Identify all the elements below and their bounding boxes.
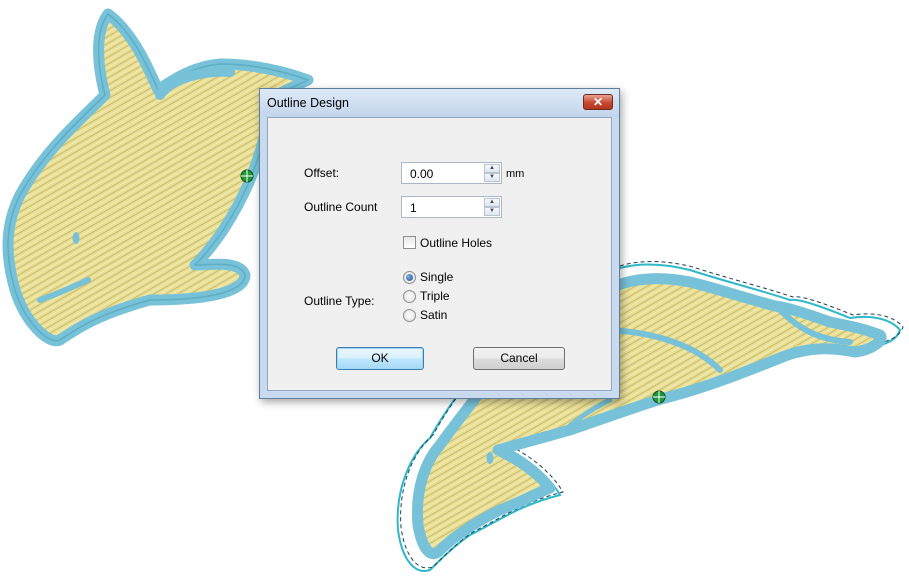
offset-value[interactable]: 0.00 (410, 167, 433, 181)
offset-label: Offset: (304, 166, 340, 180)
outline-holes-label[interactable]: Outline Holes (420, 236, 492, 250)
cancel-button[interactable]: Cancel (473, 347, 565, 370)
crosshair-icon[interactable] (240, 169, 254, 183)
offset-spinbox[interactable]: 0.00 ▲ ▼ (401, 162, 502, 184)
close-icon: ✕ (592, 95, 604, 109)
close-button[interactable]: ✕ (583, 94, 613, 110)
outline-count-label: Outline Count (304, 200, 378, 214)
outline-count-spinbox[interactable]: 1 ▲ ▼ (401, 196, 502, 218)
outline-type-satin-label[interactable]: Satin (420, 308, 447, 322)
outline-count-spin-up-icon[interactable]: ▲ (484, 198, 500, 207)
outline-type-single-radio[interactable] (403, 271, 416, 284)
offset-unit: mm (506, 168, 525, 180)
outline-holes-checkbox[interactable] (403, 236, 416, 249)
outline-count-spin-down-icon[interactable]: ▼ (484, 207, 500, 216)
outline-type-label: Outline Type: (304, 294, 375, 308)
ok-button[interactable]: OK (336, 347, 424, 370)
outline-type-triple-label[interactable]: Triple (420, 289, 450, 303)
offset-spin-up-icon[interactable]: ▲ (484, 164, 500, 173)
outline-count-value[interactable]: 1 (410, 201, 417, 215)
crosshair-icon[interactable] (652, 390, 666, 404)
outline-type-satin-radio[interactable] (403, 309, 416, 322)
outline-type-triple-radio[interactable] (403, 290, 416, 303)
dialog-title: Outline Design (267, 96, 349, 110)
offset-spin-down-icon[interactable]: ▼ (484, 173, 500, 182)
outline-design-dialog: Outline Design ✕ Offset: 0.00 ▲ ▼ mm Out… (259, 88, 620, 399)
outline-type-single-label[interactable]: Single (420, 270, 453, 284)
dialog-titlebar[interactable]: Outline Design ✕ (260, 89, 619, 117)
dialog-body: Offset: 0.00 ▲ ▼ mm Outline Count 1 ▲ ▼ … (267, 117, 612, 391)
